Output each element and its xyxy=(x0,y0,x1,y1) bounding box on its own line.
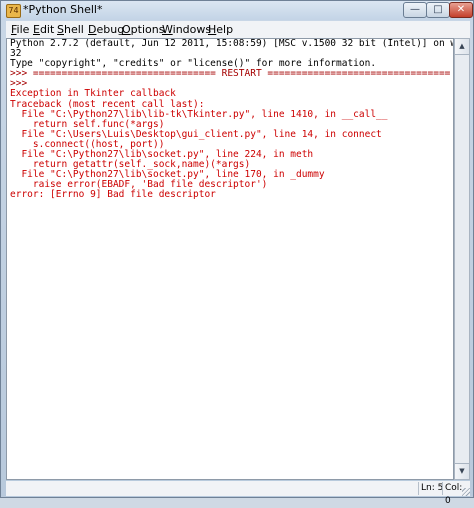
title-bar[interactable]: 74 *Python Shell* — □ ✕ xyxy=(1,1,473,20)
menu-shell[interactable]: Shell xyxy=(57,23,84,36)
menu-file[interactable]: File xyxy=(11,23,29,36)
resize-grip-icon[interactable] xyxy=(462,488,470,496)
menu-help[interactable]: Help xyxy=(208,23,233,36)
scroll-down-arrow-icon[interactable]: ▼ xyxy=(455,463,469,479)
shell-line: Python 2.7.2 (default, Jun 12 2011, 15:0… xyxy=(10,38,454,49)
menu-bar: File Edit Shell Debug Options Windows He… xyxy=(6,21,470,38)
shell-output: Python 2.7.2 (default, Jun 12 2011, 15:0… xyxy=(10,38,454,201)
maximize-button[interactable]: □ xyxy=(426,2,450,18)
python-shell-window: 74 *Python Shell* — □ ✕ File Edit Shell … xyxy=(0,0,474,506)
menu-windows[interactable]: Windows xyxy=(162,23,211,36)
menu-options[interactable]: Options xyxy=(122,23,164,36)
idle-app-icon: 74 xyxy=(6,4,21,18)
menu-debug[interactable]: Debug xyxy=(88,23,124,36)
close-button[interactable]: ✕ xyxy=(449,2,473,18)
scroll-up-arrow-icon[interactable]: ▲ xyxy=(455,39,469,55)
minimize-button[interactable]: — xyxy=(403,2,427,18)
menu-edit[interactable]: Edit xyxy=(33,23,54,36)
shell-line: error: [Errno 9] Bad file descriptor xyxy=(10,189,216,201)
shell-line: >>> ================================ RES… xyxy=(10,68,451,80)
vertical-scrollbar[interactable]: ▲ ▼ xyxy=(454,38,470,480)
status-bar: Ln: 5 Col: 0 xyxy=(6,481,470,506)
shell-text-area[interactable]: Python 2.7.2 (default, Jun 12 2011, 15:0… xyxy=(6,38,454,480)
window-title: *Python Shell* xyxy=(23,3,103,16)
